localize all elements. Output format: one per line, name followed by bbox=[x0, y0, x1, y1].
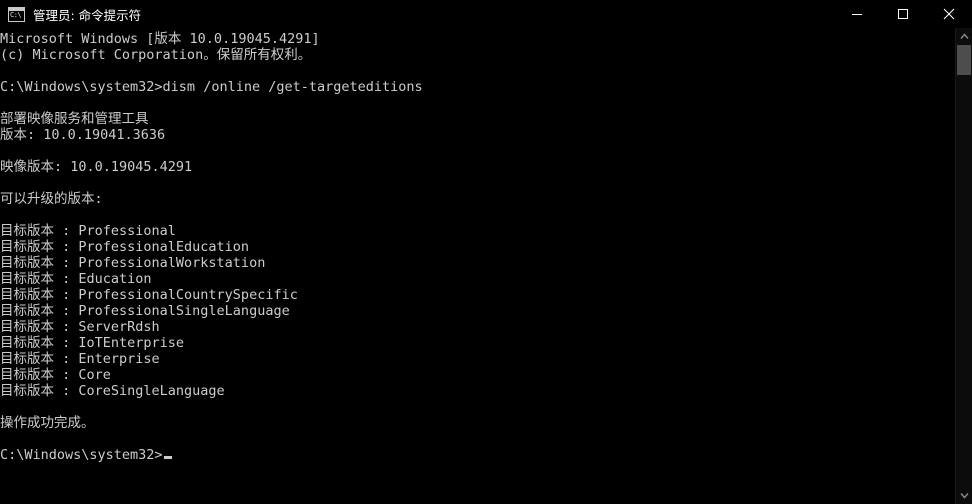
console-icon-label: C:\ bbox=[10, 10, 22, 19]
close-button[interactable] bbox=[926, 0, 972, 28]
scrollbar-track[interactable] bbox=[956, 45, 972, 487]
console-line: 部署映像服务和管理工具 bbox=[0, 111, 149, 127]
close-icon bbox=[943, 8, 955, 20]
minimize-icon bbox=[852, 14, 862, 15]
console-line: 目标版本 : CoreSingleLanguage bbox=[0, 383, 225, 399]
chevron-up-icon bbox=[959, 33, 969, 39]
scroll-up-arrow[interactable] bbox=[956, 28, 972, 45]
console-line: 操作成功完成。 bbox=[0, 415, 95, 431]
console-line: 目标版本 : ServerRdsh bbox=[0, 319, 160, 335]
console-line: 目标版本 : Enterprise bbox=[0, 351, 160, 367]
console-line: 目标版本 : ProfessionalWorkstation bbox=[0, 255, 266, 271]
console-line: 目标版本 : Professional bbox=[0, 223, 176, 239]
console-line: (c) Microsoft Corporation。保留所有权利。 bbox=[0, 47, 312, 63]
scrollbar-thumb[interactable] bbox=[957, 45, 971, 75]
window-controls bbox=[834, 0, 972, 28]
console-text: Microsoft Windows [版本 10.0.19045.4291] (c… bbox=[0, 31, 955, 463]
console-line: 目标版本 : ProfessionalSingleLanguage bbox=[0, 303, 290, 319]
console-line: 可以升级的版本: bbox=[0, 191, 103, 207]
console-body: Microsoft Windows [版本 10.0.19045.4291] (c… bbox=[0, 28, 972, 504]
console-line: 目标版本 : ProfessionalEducation bbox=[0, 239, 250, 255]
console-line: 映像版本: 10.0.19045.4291 bbox=[0, 159, 193, 175]
window-title: 管理员: 命令提示符 bbox=[33, 7, 142, 23]
vertical-scrollbar[interactable] bbox=[955, 28, 972, 504]
console-line: Microsoft Windows [版本 10.0.19045.4291] bbox=[0, 31, 320, 47]
console-line: C:\Windows\system32>dism /online /get-ta… bbox=[0, 79, 423, 95]
console-line: 目标版本 : Education bbox=[0, 271, 152, 287]
text-cursor bbox=[163, 456, 172, 459]
maximize-icon bbox=[898, 9, 908, 19]
console-icon: C:\ bbox=[8, 6, 25, 22]
title-bar-left: C:\ 管理员: 命令提示符 bbox=[0, 5, 141, 24]
console-line: 目标版本 : ProfessionalCountrySpecific bbox=[0, 287, 298, 303]
maximize-button[interactable] bbox=[880, 0, 926, 28]
scroll-down-arrow[interactable] bbox=[956, 487, 972, 504]
console-line: 版本: 10.0.19041.3636 bbox=[0, 127, 166, 143]
console-prompt-line: C:\Windows\system32> bbox=[0, 447, 955, 463]
minimize-button[interactable] bbox=[834, 0, 880, 28]
console-line: 目标版本 : Core bbox=[0, 367, 111, 383]
prompt-text: C:\Windows\system32> bbox=[0, 447, 163, 463]
command-prompt-window: C:\ 管理员: 命令提示符 Microsoft Windows [版本 10.… bbox=[0, 0, 972, 504]
title-bar[interactable]: C:\ 管理员: 命令提示符 bbox=[0, 0, 972, 28]
console-output-area[interactable]: Microsoft Windows [版本 10.0.19045.4291] (c… bbox=[0, 28, 955, 504]
console-line: 目标版本 : IoTEnterprise bbox=[0, 335, 185, 351]
chevron-down-icon bbox=[959, 493, 969, 499]
